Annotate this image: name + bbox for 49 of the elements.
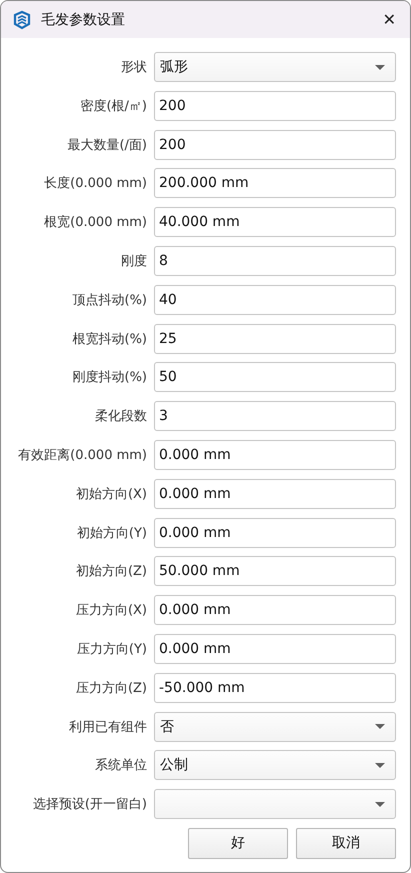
input-field[interactable]: 200 bbox=[154, 90, 396, 121]
field-label: 形状 bbox=[120, 59, 148, 76]
field-label: 压力方向(X) bbox=[74, 602, 148, 620]
input-field[interactable]: 40 bbox=[154, 284, 396, 315]
field-label: 初始方向(X) bbox=[74, 486, 148, 503]
field-label: 柔化段数 bbox=[94, 408, 148, 426]
dropdown-field[interactable]: 弧形 bbox=[154, 52, 396, 82]
app-logo-icon bbox=[12, 10, 32, 30]
field-label: 初始方向(Z) bbox=[74, 563, 148, 580]
input-field[interactable]: 50 bbox=[154, 362, 396, 392]
input-field[interactable]: 3 bbox=[154, 401, 396, 432]
dropdown-field[interactable] bbox=[154, 789, 396, 820]
field-label: 最大数量(/面) bbox=[66, 136, 148, 154]
dropdown-field[interactable]: 公制 bbox=[154, 750, 396, 780]
field-label: 根宽抖动(%) bbox=[72, 330, 148, 348]
input-field[interactable]: 8 bbox=[154, 246, 396, 276]
caret-icon bbox=[375, 64, 385, 70]
input-field[interactable]: 0.000 mm bbox=[154, 595, 396, 626]
ok-button[interactable]: 好 bbox=[188, 828, 288, 859]
input-field[interactable]: 200.000 mm bbox=[154, 168, 396, 198]
field-label: 压力方向(Z) bbox=[74, 680, 148, 697]
input-field[interactable]: 0.000 mm bbox=[154, 478, 396, 509]
input-field[interactable]: 50.000 mm bbox=[154, 556, 396, 586]
window-title: 毛发参数设置 bbox=[41, 10, 126, 28]
input-field[interactable]: 0.000 mm bbox=[154, 518, 396, 548]
field-label: 选择预设(开一留白) bbox=[32, 796, 148, 814]
field-label: 根宽(0.000 mm) bbox=[43, 214, 148, 232]
field-label: 密度(根/㎡) bbox=[79, 98, 148, 115]
caret-icon bbox=[375, 802, 385, 807]
input-field[interactable]: 40.000 mm bbox=[154, 207, 396, 238]
field-label: 初始方向(Y) bbox=[76, 524, 148, 542]
field-label: 系统单位 bbox=[94, 757, 148, 774]
field-label: 刚度 bbox=[120, 252, 148, 270]
input-field[interactable]: 0.000 mm bbox=[154, 440, 396, 470]
field-label: 刚度抖动(%) bbox=[72, 369, 148, 386]
field-label: 有效距离(0.000 mm) bbox=[17, 446, 148, 464]
input-field[interactable]: -50.000 mm bbox=[154, 672, 396, 703]
cancel-button[interactable]: 取消 bbox=[296, 828, 396, 859]
input-field[interactable]: 0.000 mm bbox=[154, 634, 396, 664]
caret-icon bbox=[375, 762, 385, 768]
input-field[interactable]: 200 bbox=[154, 130, 396, 160]
field-label: 长度(0.000 mm) bbox=[43, 175, 148, 192]
caret-icon bbox=[375, 724, 385, 730]
field-label: 顶点抖动(%) bbox=[72, 292, 148, 309]
field-label: 压力方向(Y) bbox=[76, 640, 148, 658]
input-field[interactable]: 25 bbox=[154, 324, 396, 354]
field-label: 利用已有组件 bbox=[68, 718, 148, 736]
close-button[interactable]: ✕ bbox=[376, 8, 402, 31]
dropdown-field[interactable]: 否 bbox=[154, 712, 396, 742]
